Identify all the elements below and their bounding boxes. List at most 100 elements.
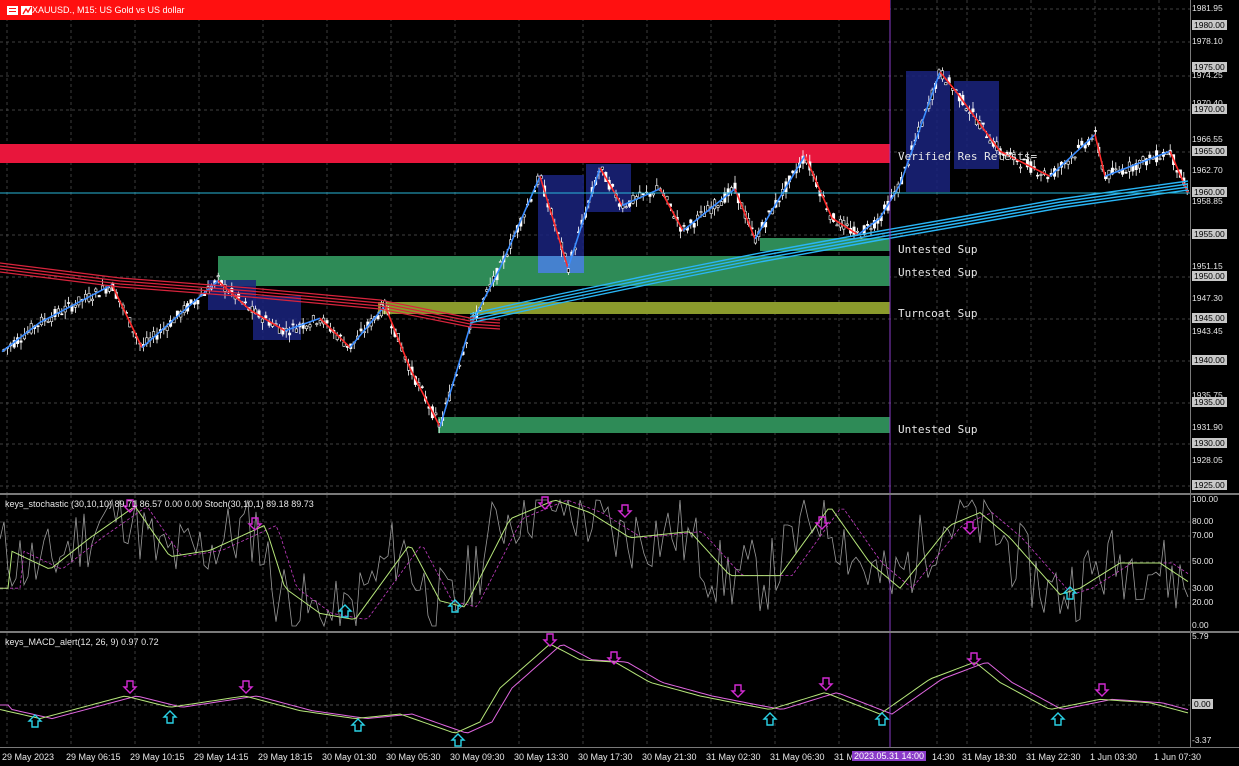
candle-body — [1141, 156, 1145, 161]
zigzag-segment — [682, 188, 736, 232]
candle-body — [315, 323, 319, 325]
time-tick-label: 29 May 14:15 — [194, 752, 249, 762]
price-tick-label: 1958.85 — [1192, 196, 1223, 206]
candle-body — [944, 82, 948, 86]
stochastic-fast-line — [0, 498, 1189, 628]
macd-canvas[interactable] — [0, 633, 1190, 747]
turncoat-zone — [378, 302, 890, 314]
price-chart-pane[interactable]: XAUUSD., M15: US Gold vs US dollar Verif… — [0, 0, 1190, 493]
buy-arrow-icon — [874, 712, 890, 726]
sell-arrow-icon — [537, 496, 553, 510]
candle-body — [216, 275, 220, 277]
buy-arrow-icon — [762, 712, 778, 726]
macd-main-line — [0, 644, 1189, 734]
candle-body — [631, 195, 635, 204]
macd-signal-line — [0, 644, 1189, 734]
candle-body — [97, 295, 101, 298]
buy-arrow-icon — [162, 710, 178, 724]
time-axis[interactable]: 29 May 2023 29 May 06:15 29 May 10:15 29 Ma… — [0, 747, 1239, 766]
sell-arrow-icon — [617, 504, 633, 518]
price-tick-label: 1980.00 — [1192, 20, 1227, 30]
time-tick-label: 1 Jun 07:30 — [1154, 752, 1202, 762]
price-tick-label: 1945.00 — [1192, 313, 1227, 323]
price-tick-label: 1955.00 — [1192, 229, 1227, 239]
candle-body — [611, 183, 615, 187]
price-chart-canvas[interactable] — [0, 0, 1190, 493]
candle-body — [434, 412, 438, 416]
zigzag-segment — [499, 175, 541, 269]
candle-body — [791, 170, 795, 174]
time-tick-label: 29 May 2023 — [2, 752, 55, 762]
price-tick-label: 1978.10 — [1192, 36, 1223, 46]
price-tick-label: 1962.70 — [1192, 165, 1223, 175]
chart-title: XAUUSD., M15: US Gold vs US dollar — [32, 5, 185, 15]
candle-body — [339, 334, 343, 337]
price-tick-label: 1935.00 — [1192, 397, 1227, 407]
time-tick-label: 30 May 05:30 — [386, 752, 441, 762]
candle-body — [291, 323, 295, 326]
candle-body — [305, 325, 309, 330]
zone-label: Untested Sup — [898, 266, 978, 279]
candle-body — [359, 328, 363, 332]
candle-body — [835, 224, 839, 227]
candle-body — [67, 302, 71, 304]
candle-body — [243, 301, 247, 304]
stochastic-pane[interactable]: keys_stochastic (30,10,10) 89.71 86.57 0… — [0, 495, 1190, 631]
swing-box — [538, 256, 584, 273]
zigzag-segment — [439, 326, 471, 428]
resistance-zone — [0, 144, 890, 163]
candle-body — [260, 318, 264, 323]
candle-body — [566, 268, 570, 273]
zone-label: Untested Sup — [898, 243, 978, 256]
candle-body — [964, 108, 968, 111]
candle-body — [641, 193, 645, 196]
candle-body — [1124, 171, 1128, 174]
zigzag-segment — [734, 188, 756, 240]
price-tick-label: 1943.45 — [1192, 326, 1223, 336]
macd-label: keys_MACD_alert(12, 26, 9) 0.97 0.72 — [5, 637, 159, 647]
candle-body — [1114, 168, 1118, 171]
candle-body — [1036, 174, 1040, 177]
zone-label: Verified Res Retests= — [898, 150, 1038, 163]
candle-body — [1019, 166, 1023, 169]
price-tick-label: 1970.00 — [1192, 104, 1227, 114]
zigzag-segment — [1104, 150, 1171, 178]
macd-tick-label: 0.00 — [1192, 699, 1213, 709]
time-tick-label: 29 May 10:15 — [130, 752, 185, 762]
candle-body — [719, 201, 723, 206]
chart-menu-icon[interactable] — [4, 1, 34, 21]
candle-body — [294, 328, 298, 333]
zone-label: Turncoat Sup — [898, 307, 978, 320]
price-tick-label: 1931.90 — [1192, 422, 1223, 432]
zigzag-segment — [141, 313, 181, 349]
time-tick-label: 30 May 13:30 — [514, 752, 569, 762]
price-tick-label: 1947.30 — [1192, 293, 1223, 303]
price-tick-label: 1965.00 — [1192, 146, 1227, 156]
sell-arrow-icon — [1094, 683, 1110, 697]
candle-body — [682, 225, 686, 227]
candle-body — [1066, 160, 1070, 165]
price-tick-label: 1950.00 — [1192, 271, 1227, 281]
time-cursor-label: 2023.05.31 14:00 — [852, 751, 927, 761]
macd-pane[interactable]: keys_MACD_alert(12, 26, 9) 0.97 0.72 — [0, 633, 1190, 747]
time-tick-label: 31 M — [834, 752, 855, 762]
candle-body — [94, 288, 98, 292]
price-tick-label: 1940.00 — [1192, 355, 1227, 365]
stochastic-axis[interactable]: 100.00 80.00 70.00 50.00 30.00 20.00 0.00 — [1190, 494, 1239, 631]
macd-axis[interactable]: 5.79 0.00 -3.37 — [1190, 631, 1239, 747]
sell-arrow-icon — [542, 633, 558, 647]
candle-body — [196, 300, 200, 305]
stochastic-tick-label: 20.00 — [1192, 597, 1214, 607]
zigzag-segment — [804, 155, 833, 219]
price-axis[interactable]: 1981.95 1980.00 1978.10 1975.00 1974.25 1970.… — [1190, 0, 1239, 493]
stochastic-canvas[interactable] — [0, 495, 1190, 631]
sell-arrow-icon — [238, 680, 254, 694]
zigzag-segment — [1094, 134, 1106, 177]
macd-tick-label: 5.79 — [1192, 631, 1209, 641]
candle-body — [1046, 176, 1050, 180]
sell-arrow-icon — [818, 677, 834, 691]
candle-body — [1138, 160, 1142, 169]
candle-body — [716, 205, 720, 208]
time-tick-label: 14:30 — [932, 752, 955, 762]
candle-body — [107, 287, 111, 292]
